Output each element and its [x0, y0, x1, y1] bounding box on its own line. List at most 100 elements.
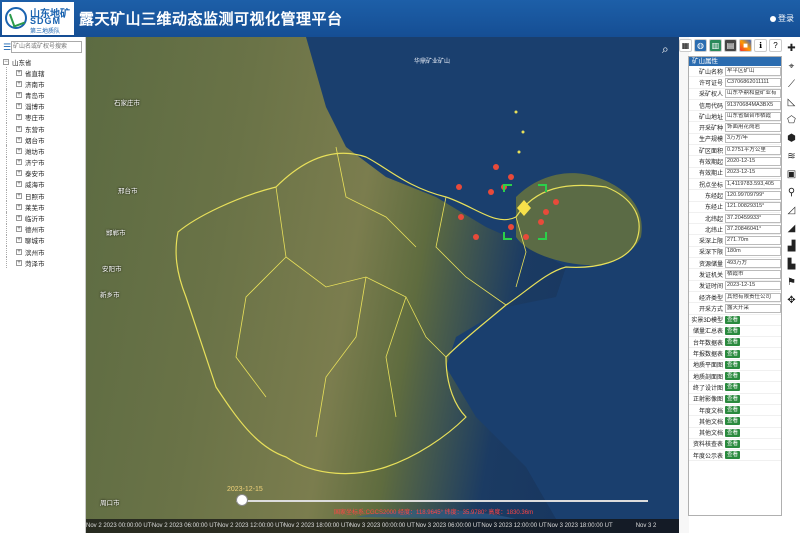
- tree-item[interactable]: + 滨州市: [6, 246, 85, 258]
- attribute-value[interactable]: 山东省烟台市栖霞: [725, 111, 781, 121]
- login-button[interactable]: 登录: [770, 13, 794, 24]
- tree-item[interactable]: + 潍坊市: [6, 145, 85, 157]
- tree-item[interactable]: + 泰安市: [6, 167, 85, 179]
- location-icon[interactable]: ⌖: [786, 61, 798, 73]
- expand-icon[interactable]: +: [16, 215, 22, 222]
- tree-item[interactable]: + 烟台市: [6, 134, 85, 146]
- tree-item[interactable]: + 济南市: [6, 78, 85, 90]
- tree-item[interactable]: + 东营市: [6, 122, 85, 135]
- view-button[interactable]: 查看: [725, 326, 740, 335]
- mine-marker[interactable]: [493, 164, 499, 170]
- expand-icon[interactable]: +: [16, 192, 22, 199]
- collapse-icon[interactable]: −: [3, 59, 9, 65]
- layers-icon[interactable]: ▤: [724, 39, 737, 52]
- pin-icon[interactable]: ⚲: [786, 187, 798, 199]
- tree-item[interactable]: + 日照市: [6, 190, 85, 202]
- expand-icon[interactable]: +: [16, 159, 22, 166]
- expand-icon[interactable]: +: [16, 103, 22, 110]
- mine-marker[interactable]: [488, 189, 494, 195]
- view-button[interactable]: 查看: [725, 439, 740, 448]
- layers-stack-icon[interactable]: ≋: [786, 151, 798, 163]
- tree-item[interactable]: + 聊城市: [6, 234, 85, 246]
- view-button[interactable]: 查看: [725, 394, 740, 403]
- expand-icon[interactable]: +: [16, 136, 22, 143]
- expand-icon[interactable]: +: [16, 125, 22, 132]
- view-button[interactable]: 查看: [725, 383, 740, 392]
- attribute-value[interactable]: 2023-12-15: [725, 281, 781, 291]
- tree-root-shandong[interactable]: − 山东省: [3, 57, 85, 67]
- profile-icon[interactable]: ▟: [786, 241, 798, 253]
- expand-icon[interactable]: +: [16, 147, 22, 154]
- chart-icon[interactable]: ▥: [709, 39, 722, 52]
- attribute-value[interactable]: 2023-12-15: [725, 168, 781, 178]
- mine-marker[interactable]: [538, 219, 544, 225]
- measure-distance-icon[interactable]: ⟋: [786, 79, 798, 91]
- view-button[interactable]: 查看: [725, 451, 740, 460]
- box-icon[interactable]: ▣: [786, 169, 798, 181]
- expand-icon[interactable]: +: [16, 248, 22, 255]
- attribute-value[interactable]: 120.99709799°: [725, 190, 781, 200]
- mine-marker[interactable]: [458, 214, 464, 220]
- triangle-ruler-icon[interactable]: ◿: [786, 205, 798, 217]
- attribute-value[interactable]: 0.2751平方公里: [725, 145, 781, 155]
- expand-icon[interactable]: +: [16, 259, 22, 266]
- attribute-value[interactable]: 1,4119783.593,405: [725, 179, 781, 189]
- measure-area-icon[interactable]: ◺: [786, 97, 798, 109]
- expand-icon[interactable]: +: [16, 170, 22, 177]
- tree-item[interactable]: + 临沂市: [6, 212, 85, 224]
- attribute-value[interactable]: 栖霞市: [725, 269, 781, 279]
- attribute-value[interactable]: 3万方/年: [725, 134, 781, 144]
- attribute-value[interactable]: C3706862011111: [725, 77, 781, 87]
- attribute-value[interactable]: 37.20846041°: [725, 224, 781, 234]
- flag-icon[interactable]: ⚑: [786, 277, 798, 289]
- tree-item[interactable]: + 德州市: [6, 223, 85, 235]
- expand-icon[interactable]: +: [16, 237, 22, 244]
- attribute-value[interactable]: 121.00829315°: [725, 202, 781, 212]
- expand-icon[interactable]: +: [16, 181, 22, 188]
- tree-item[interactable]: + 莱芜市: [6, 201, 85, 213]
- tree-item[interactable]: + 济宁市: [6, 156, 85, 168]
- mine-marker[interactable]: [456, 184, 462, 190]
- attribute-value[interactable]: 493万方: [725, 258, 781, 268]
- expand-icon[interactable]: +: [16, 226, 22, 233]
- palette-icon[interactable]: ■: [739, 39, 752, 52]
- attribute-value[interactable]: 露天开采: [725, 303, 781, 313]
- attribute-value[interactable]: 饰面用花岗岩: [725, 123, 781, 133]
- attribute-value[interactable]: 2020-12-15: [725, 157, 781, 167]
- view-button[interactable]: 查看: [725, 406, 740, 415]
- tree-item[interactable]: + 青岛市: [6, 89, 85, 101]
- grid-icon[interactable]: ▦: [679, 39, 692, 52]
- compass-icon[interactable]: ✥: [786, 295, 798, 307]
- mine-marker[interactable]: [523, 234, 529, 240]
- mine-marker[interactable]: [473, 234, 479, 240]
- timeline-track[interactable]: [236, 500, 648, 502]
- attribute-value[interactable]: 牟平区矿山: [725, 66, 781, 76]
- view-button[interactable]: 查看: [725, 417, 740, 426]
- view-button[interactable]: 查看: [725, 372, 740, 381]
- info-icon[interactable]: ℹ: [754, 39, 767, 52]
- timeline-handle[interactable]: [236, 494, 248, 506]
- mine-marker[interactable]: [508, 224, 514, 230]
- expand-icon[interactable]: +: [16, 114, 22, 121]
- attribute-value[interactable]: 37.20459933°: [725, 213, 781, 223]
- help-icon[interactable]: ?: [769, 39, 782, 52]
- attribute-value[interactable]: 91370684MA3BX5: [725, 100, 781, 110]
- view-button[interactable]: 查看: [725, 428, 740, 437]
- mine-marker[interactable]: [508, 174, 514, 180]
- expand-icon[interactable]: +: [16, 91, 22, 98]
- zoom-in-icon[interactable]: ✚: [786, 43, 798, 55]
- view-button[interactable]: 查看: [725, 338, 740, 347]
- expand-icon[interactable]: +: [16, 69, 22, 76]
- slope-icon[interactable]: ◢: [786, 223, 798, 235]
- attribute-value[interactable]: 271.70m: [725, 236, 781, 246]
- tree-item[interactable]: + 枣庄市: [6, 111, 85, 123]
- tree-item[interactable]: + 威海市: [6, 178, 85, 191]
- view-button[interactable]: 查看: [725, 360, 740, 369]
- tree-item[interactable]: + 省直辖: [6, 67, 85, 79]
- volume-icon[interactable]: ▙: [786, 259, 798, 271]
- mine-marker[interactable]: [543, 209, 549, 215]
- mine-marker[interactable]: [553, 199, 559, 205]
- tree-item[interactable]: + 淄博市: [6, 100, 85, 112]
- attribute-value[interactable]: 其他有限责任公司: [725, 292, 781, 302]
- map-view[interactable]: 华鼎矿业矿山 石家庄市 邢台市 邯郸市 安阳市 新乡市 周口市 ⌕ 2023-1…: [86, 37, 679, 533]
